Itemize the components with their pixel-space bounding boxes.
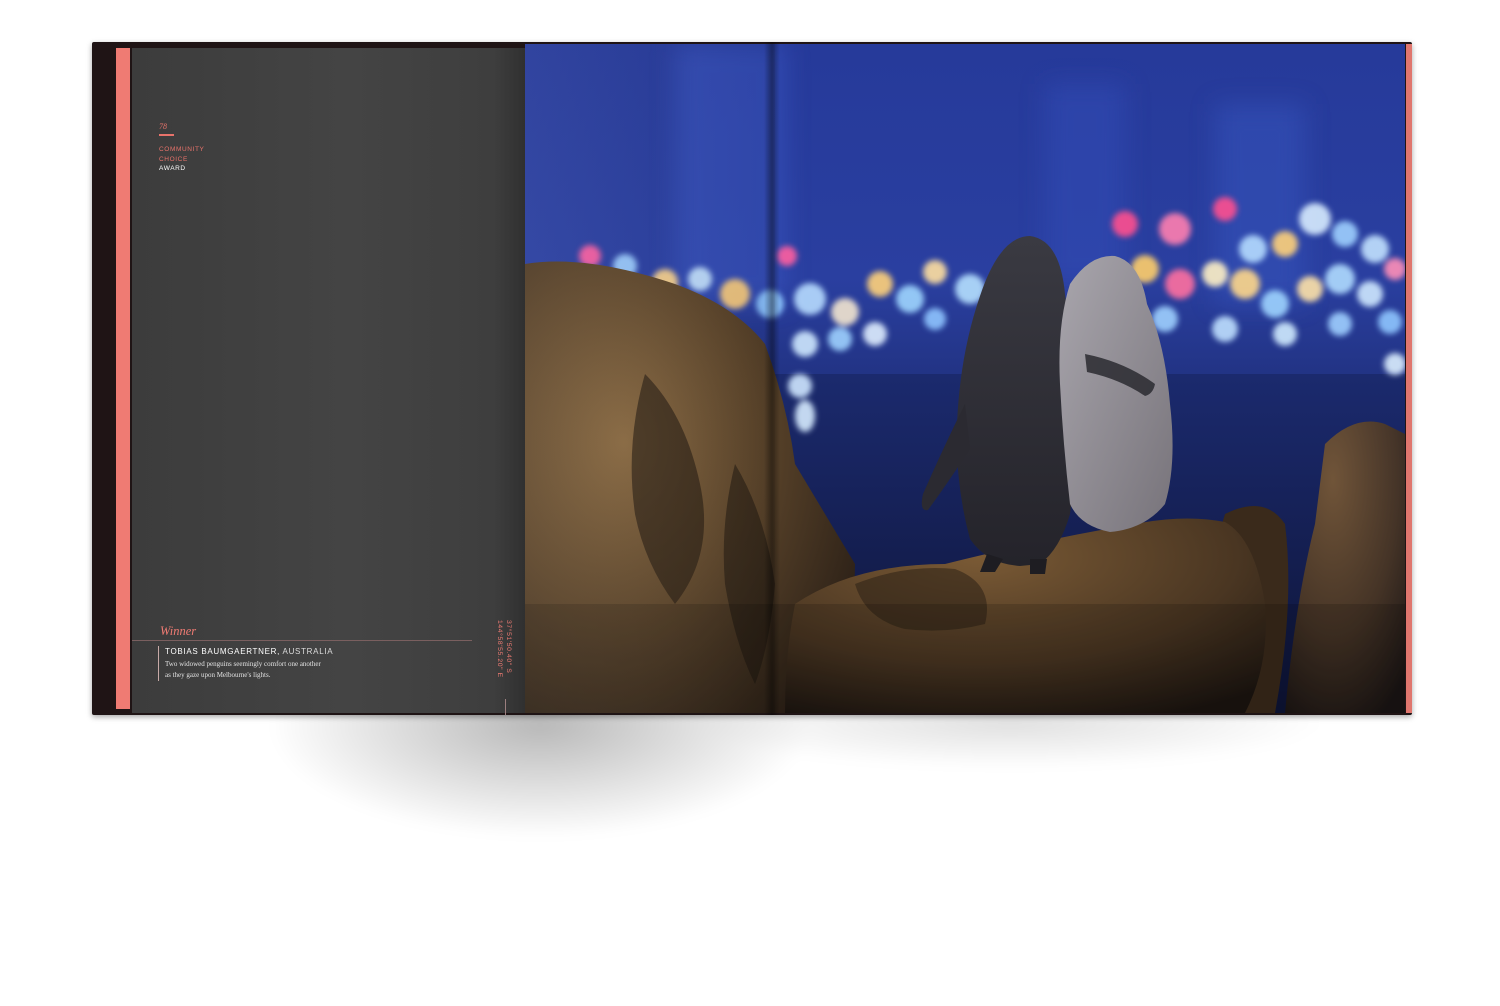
photographer-country: AUSTRALIA xyxy=(280,647,334,656)
winner-heading: Winner xyxy=(160,624,197,638)
photo-caption: Two widowed penguins seemingly comfort o… xyxy=(165,659,365,680)
winner-rule xyxy=(132,640,472,641)
photographer-credit: TOBIAS BAUMGAERTNER, AUSTRALIA xyxy=(165,647,333,656)
open-book: 78 COMMUNITY CHOICE AWARD Winner TOBIAS … xyxy=(92,42,1412,715)
award-label: COMMUNITY CHOICE AWARD xyxy=(159,145,204,174)
caption-line-2: as they gaze upon Melbourne's lights. xyxy=(165,670,271,679)
coordinates-rule xyxy=(505,699,506,715)
book-shadow xyxy=(110,705,1410,935)
page-number: 78 xyxy=(159,122,167,131)
cover-edge-right xyxy=(1406,44,1412,713)
book-gutter xyxy=(764,42,780,715)
page-number-rule xyxy=(159,134,174,136)
left-photo-shade xyxy=(525,44,775,713)
credit-bar xyxy=(158,646,159,681)
award-line-2: CHOICE xyxy=(159,155,188,163)
award-line-3: AWARD xyxy=(159,165,186,172)
gps-coordinates: 37°51'50.40" S 144°58'55.20" E xyxy=(495,620,513,715)
coordinates-latitude: 37°51'50.40" S xyxy=(505,620,512,674)
photographer-name: TOBIAS BAUMGAERTNER, xyxy=(165,647,281,656)
page-accent-bar xyxy=(116,48,130,709)
coordinates-longitude: 144°58'55.20" E xyxy=(496,620,503,678)
award-line-1: COMMUNITY xyxy=(159,146,205,153)
caption-line-1: Two widowed penguins seemingly comfort o… xyxy=(165,660,321,668)
